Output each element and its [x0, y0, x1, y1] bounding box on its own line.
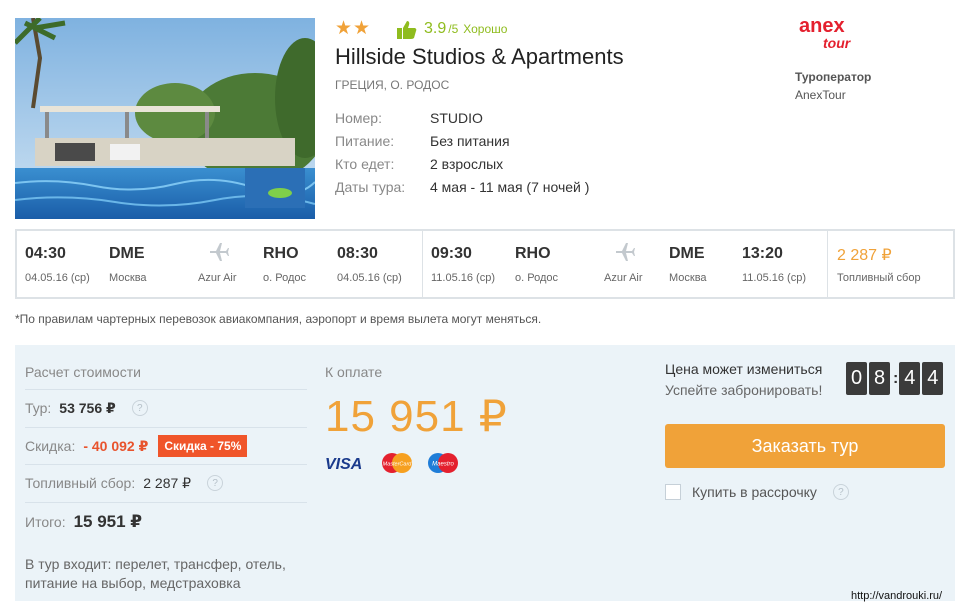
plane-icon	[616, 243, 635, 261]
maestro-icon: Maestro	[428, 453, 458, 473]
book-tour-button[interactable]: Заказать тур	[665, 424, 945, 468]
timer-digit: 0	[846, 362, 867, 395]
outbound-arr-time: 08:30	[337, 245, 378, 262]
outbound-dep-code: DME	[109, 245, 145, 262]
installment-label: Купить в рассрочку	[692, 484, 817, 500]
charter-note: *По правилам чартерных перевозок авиаком…	[15, 312, 542, 326]
return-dep-date: 11.05.16 (ср)	[431, 272, 496, 284]
hotel-name[interactable]: Hillside Studios & Apartments	[335, 44, 624, 70]
visa-label: VISA	[325, 456, 362, 471]
return-arr-date: 11.05.16 (ср)	[742, 272, 807, 284]
calc-row-discount: Скидка: - 40 092 ₽ Скидка - 75%	[25, 434, 248, 458]
operator-name: AnexTour	[795, 88, 846, 102]
return-arr-code: DME	[669, 245, 705, 262]
payment-cards: VISA MasterCard Maestro	[325, 452, 460, 474]
payment-panel: Расчет стоимости Тур: 53 756 ₽ ? Скидка:…	[15, 345, 955, 601]
payment-amount: 15 951 ₽	[325, 392, 508, 441]
detail-label: Номер:	[335, 109, 382, 126]
detail-label: Питание:	[335, 132, 395, 149]
plane-icon	[210, 243, 229, 261]
divider	[25, 502, 307, 503]
return-dep-time: 09:30	[431, 245, 472, 262]
outbound-arr-code: RHO	[263, 245, 299, 262]
detail-value: 2 взрослых	[430, 155, 504, 172]
visa-icon: VISA	[325, 456, 362, 471]
tour-includes: В тур входит: перелет, трансфер, отель, …	[25, 556, 286, 591]
thumbs-up-icon	[397, 21, 417, 39]
outbound-airline-name: Azur Air	[198, 272, 237, 284]
hotel-rating: 3.9 /5 Хорошо	[396, 20, 507, 40]
flight-divider	[827, 231, 828, 297]
hotel-stars: ★★	[335, 18, 372, 39]
divider	[25, 464, 307, 465]
maestro-label: Maestro	[432, 462, 454, 468]
calc-row-tour: Тур: 53 756 ₽ ?	[25, 396, 148, 420]
fuel-charge-price: 2 287 ₽	[837, 247, 892, 264]
calc-tour-value: 53 756 ₽	[59, 399, 116, 416]
calc-total-value: 15 951 ₽	[73, 512, 143, 531]
outbound-dep-city: Москва	[109, 272, 147, 284]
timer-digit: 8	[869, 362, 890, 395]
return-arr-city: Москва	[669, 272, 707, 284]
tour-details: Номер: STUDIO Питание: Без питания Кто е…	[335, 106, 589, 198]
detail-label: Даты тура:	[335, 178, 406, 195]
detail-value: Без питания	[430, 132, 510, 149]
return-dep-city: о. Родос	[515, 272, 558, 284]
calc-title: Расчет стоимости	[25, 364, 141, 380]
countdown-timer: 0 8 : 4 4	[846, 362, 945, 395]
detail-room: Номер: STUDIO	[335, 106, 589, 129]
watermark: http://vandrouki.ru/	[851, 590, 943, 602]
operator-logo[interactable]: anex tour	[798, 14, 862, 54]
outbound-arr-city: о. Родос	[263, 272, 306, 284]
flight-divider	[422, 231, 423, 297]
installment-checkbox[interactable]	[665, 484, 681, 500]
help-icon[interactable]: ?	[131, 400, 148, 416]
divider	[25, 427, 307, 428]
timer-digit: 4	[922, 362, 944, 395]
help-icon[interactable]: ?	[207, 475, 224, 491]
installment-option[interactable]: Купить в рассрочку ?	[665, 484, 849, 500]
flights-block: 04:30 04.05.16 (ср) DME Москва Azur Air …	[15, 229, 955, 299]
return-arr-time: 13:20	[742, 245, 783, 262]
detail-dates: Даты тура: 4 мая - 11 мая (7 ночей )	[335, 175, 589, 198]
rating-max: /5	[448, 22, 459, 36]
return-airline-name: Azur Air	[604, 272, 643, 284]
calc-total-label: Итого:	[25, 514, 66, 530]
divider	[25, 389, 307, 390]
detail-meals: Питание: Без питания	[335, 129, 589, 152]
rating-word: Хорошо	[463, 22, 508, 36]
mastercard-icon: MasterCard	[382, 453, 413, 473]
calc-row-total: Итого: 15 951 ₽	[25, 510, 142, 534]
calc-row-fuel: Топливный сбор: 2 287 ₽ ?	[25, 471, 224, 495]
price-warning-line2: Успейте забронировать!	[665, 382, 823, 398]
payment-title: К оплате	[325, 364, 383, 380]
detail-label: Кто едет:	[335, 155, 395, 172]
calc-discount-label: Скидка:	[25, 438, 76, 454]
mastercard-label: MasterCard	[383, 462, 413, 468]
price-warning-line1: Цена может измениться	[665, 361, 823, 377]
detail-value: 4 мая - 11 мая (7 ночей )	[430, 178, 590, 195]
timer-separator: :	[893, 369, 899, 387]
rating-score: 3.9	[424, 20, 447, 37]
discount-badge: Скидка - 75%	[158, 435, 248, 457]
timer-digit: 4	[899, 362, 921, 395]
return-dep-code: RHO	[515, 245, 551, 262]
fuel-charge-label: Топливный сбор	[837, 272, 921, 284]
calc-discount-value: - 40 092 ₽	[83, 437, 149, 454]
calc-fuel-value: 2 287 ₽	[143, 474, 192, 491]
price-warning: Цена может измениться Успейте заброниров…	[665, 359, 822, 401]
detail-value: STUDIO	[430, 109, 483, 126]
hotel-photo[interactable]	[15, 18, 315, 219]
outbound-arr-date: 04.05.16 (ср)	[337, 272, 402, 284]
outbound-dep-date: 04.05.16 (ср)	[25, 272, 90, 284]
calc-tour-label: Тур:	[25, 400, 52, 416]
operator-title: Туроператор	[795, 70, 872, 84]
logo-text-tour: tour	[823, 35, 852, 51]
outbound-dep-time: 04:30	[25, 245, 66, 262]
logo-text-anex: anex	[799, 15, 845, 37]
detail-travellers: Кто едет: 2 взрослых	[335, 152, 589, 175]
hotel-location: ГРЕЦИЯ, О. РОДОС	[335, 78, 450, 92]
calc-fuel-label: Топливный сбор:	[25, 475, 136, 491]
help-icon[interactable]: ?	[832, 484, 849, 500]
